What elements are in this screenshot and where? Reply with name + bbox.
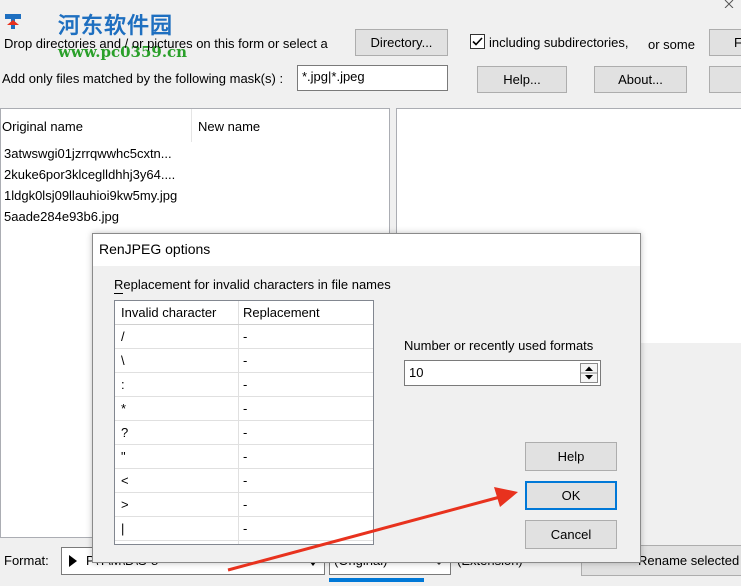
mask-label: Add only files matched by the following … <box>2 71 284 86</box>
table-row[interactable]: " - <box>115 445 373 469</box>
extra-button[interactable] <box>709 66 741 93</box>
close-icon[interactable] <box>720 0 738 9</box>
original-select-focus-line <box>329 578 424 582</box>
table-row[interactable]: ? - <box>115 421 373 445</box>
options-dialog: RenJPEG options Replacement for invalid … <box>92 233 641 563</box>
grid-header-replacement[interactable]: Replacement <box>243 301 320 324</box>
checkmark-icon <box>472 37 483 46</box>
list-item[interactable]: 5aade284e93b6.jpg <box>4 209 119 224</box>
grid-invalid-char: \ <box>121 353 125 368</box>
recent-formats-spinner[interactable]: 10 <box>404 360 601 386</box>
dialog-cancel-button[interactable]: Cancel <box>525 520 617 549</box>
mask-input[interactable]: *.jpg|*.jpeg <box>297 65 448 91</box>
include-subdirs-checkbox[interactable] <box>470 34 485 49</box>
table-row[interactable]: / - <box>115 325 373 349</box>
table-row[interactable]: > - <box>115 493 373 517</box>
or-some-text: or some <box>648 37 695 52</box>
grid-invalid-char: < <box>121 473 129 488</box>
replacement-label-accel-underline <box>114 293 123 294</box>
recent-formats-value: 10 <box>409 365 424 380</box>
table-row[interactable]: | - <box>115 517 373 541</box>
invalid-char-grid[interactable]: Invalid character Replacement / - \ - : … <box>114 300 374 545</box>
filter-button[interactable]: F <box>709 29 741 56</box>
include-subdirs-label: including subdirectories, <box>489 35 629 50</box>
grid-invalid-char: / <box>121 329 125 344</box>
grid-replacement[interactable]: - <box>243 445 247 468</box>
grid-replacement[interactable]: - <box>243 373 247 396</box>
list-item[interactable]: 3atwswgi01jzrrqwwhc5cxtn... <box>4 146 172 161</box>
list-item[interactable]: 2kuke6por3klceglldhhj3y64.... <box>4 167 175 182</box>
column-original-name[interactable]: Original name <box>2 119 83 134</box>
table-row[interactable]: : - <box>115 373 373 397</box>
up-down-arrows-icon[interactable] <box>581 364 597 382</box>
grid-replacement[interactable]: - <box>243 421 247 444</box>
grid-replacement[interactable]: - <box>243 493 247 516</box>
grid-replacement[interactable]: - <box>243 325 247 348</box>
grid-invalid-char: : <box>121 377 125 392</box>
app-icon <box>2 10 24 32</box>
grid-replacement[interactable]: - <box>243 469 247 492</box>
grid-replacement[interactable]: - <box>243 349 247 372</box>
format-label: Format: <box>4 553 49 568</box>
list-item[interactable]: 1ldgk0lsj09llauhioi9kw5my.jpg <box>4 188 177 203</box>
dialog-titlebar: RenJPEG options <box>93 234 640 266</box>
table-row[interactable]: * - <box>115 397 373 421</box>
grid-invalid-char: > <box>121 497 129 512</box>
about-button[interactable]: About... <box>594 66 687 93</box>
play-icon <box>69 555 77 567</box>
grid-header-invalid-char[interactable]: Invalid character <box>121 301 216 324</box>
grid-invalid-char: * <box>121 401 127 416</box>
help-button[interactable]: Help... <box>477 66 567 93</box>
mask-input-value: *.jpg|*.jpeg <box>302 69 365 84</box>
dialog-ok-button[interactable]: OK <box>525 481 617 510</box>
replacement-label: Replacement for invalid characters in fi… <box>114 277 391 292</box>
drop-instructions: Drop directories and / or pictures on th… <box>4 36 328 51</box>
grid-header-row: Invalid character Replacement <box>115 301 373 325</box>
table-row[interactable]: < - <box>115 469 373 493</box>
grid-replacement[interactable]: - <box>243 397 247 420</box>
recent-formats-label: Number or recently used formats <box>404 338 594 353</box>
spinner-arrows[interactable] <box>580 363 598 383</box>
dialog-help-button[interactable]: Help <box>525 442 617 471</box>
column-new-name[interactable]: New name <box>198 119 260 134</box>
grid-invalid-char: | <box>121 521 125 536</box>
list-header: Original name New name <box>1 109 389 142</box>
dialog-title: RenJPEG options <box>99 241 211 257</box>
grid-replacement[interactable]: - <box>243 517 247 540</box>
directory-button[interactable]: Directory... <box>355 29 448 56</box>
grid-invalid-char: ? <box>121 425 129 440</box>
window-title-strip <box>0 0 741 6</box>
table-row[interactable]: \ - <box>115 349 373 373</box>
column-divider[interactable] <box>191 109 192 142</box>
grid-invalid-char: " <box>121 449 126 464</box>
